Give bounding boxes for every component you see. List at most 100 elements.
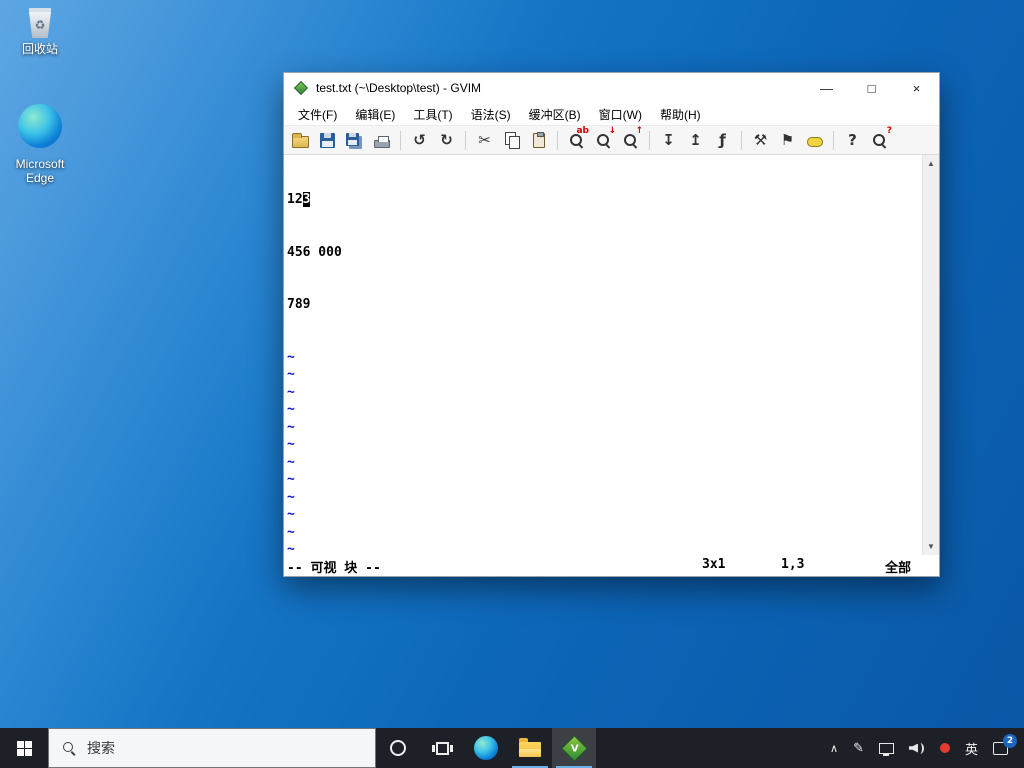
run-script-icon: ƒ — [719, 133, 726, 148]
empty-line-tilde: ~ — [287, 419, 921, 437]
recycle-bin-label: 回收站 — [8, 42, 72, 56]
desktop-icon-edge[interactable]: Microsoft Edge — [8, 104, 72, 185]
start-button[interactable] — [0, 728, 48, 768]
menu-buffers[interactable]: 缓冲区(B) — [520, 103, 590, 125]
menu-window[interactable]: 窗口(W) — [590, 103, 651, 125]
copy-button[interactable] — [499, 128, 524, 153]
paste-icon — [533, 133, 545, 148]
scroll-up-icon[interactable]: ▲ — [923, 155, 939, 172]
menu-syntax[interactable]: 语法(S) — [462, 103, 520, 125]
make-button[interactable]: ⚒ — [748, 128, 773, 153]
find-prev-icon: ↑ — [622, 132, 639, 149]
cut-button[interactable]: ✂ — [472, 128, 497, 153]
toolbar-separator — [465, 131, 466, 150]
tag-jump-button[interactable] — [802, 128, 827, 153]
help-button[interactable]: ? — [840, 128, 865, 153]
gvim-window: test.txt (~\Desktop\test) - GVIM — □ × 文… — [283, 72, 940, 577]
cortana-icon — [390, 740, 406, 756]
gvim-icon: V — [561, 735, 588, 762]
taskbar-gvim-button[interactable]: V — [552, 728, 596, 768]
redo-icon: ↻ — [440, 133, 453, 148]
toolbar-separator — [557, 131, 558, 150]
undo-icon: ↺ — [413, 133, 426, 148]
menu-edit[interactable]: 编辑(E) — [346, 103, 404, 125]
find-prev-button[interactable]: ↑ — [618, 128, 643, 153]
desktop-icon-recycle-bin[interactable]: ♻ 回收站 — [8, 8, 72, 56]
open-file-icon — [292, 136, 309, 148]
language-indicator[interactable]: 英 — [965, 739, 978, 758]
menu-tools[interactable]: 工具(T) — [404, 103, 461, 125]
edge-label: Microsoft Edge — [8, 157, 72, 185]
windows-logo-icon — [17, 741, 32, 756]
desktop: ♻ 回收站 Microsoft Edge test.txt (~\Desktop… — [0, 0, 1024, 768]
empty-line-tilde: ~ — [287, 489, 921, 507]
find-help-button[interactable]: ? — [867, 128, 892, 153]
vertical-scrollbar[interactable]: ▲ ▼ — [922, 155, 939, 555]
toolbar-separator — [400, 131, 401, 150]
empty-line-tilde: ~ — [287, 524, 921, 542]
find-next-button[interactable]: ↓ — [591, 128, 616, 153]
buffer-line: 456 000 — [287, 244, 921, 262]
scroll-down-icon[interactable]: ▼ — [923, 538, 939, 555]
search-placeholder: 搜索 — [87, 738, 115, 758]
pen-tray-icon[interactable]: ✎ — [853, 740, 864, 756]
cortana-button[interactable] — [376, 728, 420, 768]
system-tray: ∧ ✎ 英 2 — [830, 728, 1024, 768]
load-session-icon: ↧ — [662, 133, 675, 148]
help-icon: ? — [848, 133, 857, 148]
print-button[interactable] — [369, 128, 394, 153]
load-session-button[interactable]: ↧ — [656, 128, 681, 153]
menu-help[interactable]: 帮助(H) — [651, 103, 710, 125]
tray-expand-icon[interactable]: ∧ — [830, 742, 838, 755]
redo-button[interactable]: ↻ — [434, 128, 459, 153]
action-center-button[interactable]: 2 — [993, 742, 1008, 755]
build-tags-button[interactable]: ⚑ — [775, 128, 800, 153]
empty-line-tilde: ~ — [287, 454, 921, 472]
selection-size: 3x1 — [702, 557, 725, 572]
save-all-icon — [346, 133, 359, 146]
statusline: -- 可视 块 -- 3x1 1,3 全部 — [284, 555, 939, 576]
close-button[interactable]: × — [894, 73, 939, 103]
make-icon: ⚒ — [754, 133, 767, 148]
undo-button[interactable]: ↺ — [407, 128, 432, 153]
cursor-position: 1,3 — [781, 557, 804, 572]
taskbar-edge-button[interactable] — [464, 728, 508, 768]
maximize-button[interactable]: □ — [849, 73, 894, 103]
display-tray-icon[interactable] — [879, 743, 894, 754]
titlebar[interactable]: test.txt (~\Desktop\test) - GVIM — □ × — [284, 73, 939, 103]
task-view-button[interactable] — [420, 728, 464, 768]
find-help-icon: ? — [871, 132, 888, 149]
find-replace-button[interactable]: ab — [564, 128, 589, 153]
paste-button[interactable] — [526, 128, 551, 153]
save-session-button[interactable]: ↥ — [683, 128, 708, 153]
taskbar-search-box[interactable]: 搜索 — [48, 728, 376, 768]
empty-line-tilde: ~ — [287, 366, 921, 384]
text-area[interactable]: 123 456 000 789 ~~~~~~~~~~~~~~~~~~~~ ▲ ▼ — [284, 155, 939, 555]
toolbar-separator — [741, 131, 742, 150]
save-file-button[interactable] — [315, 128, 340, 153]
buffer-line: 123 — [287, 191, 921, 209]
empty-line-tilde: ~ — [287, 506, 921, 524]
find-next-icon: ↓ — [595, 132, 612, 149]
copy-icon — [504, 132, 520, 148]
file-explorer-icon — [519, 742, 541, 757]
save-all-button[interactable] — [342, 128, 367, 153]
open-file-button[interactable] — [288, 128, 313, 153]
mode-indicator: -- 可视 块 -- — [287, 557, 381, 576]
taskbar-explorer-button[interactable] — [508, 728, 552, 768]
find-replace-icon: ab — [568, 132, 585, 149]
empty-line-tilde: ~ — [287, 401, 921, 419]
minimize-button[interactable]: — — [804, 73, 849, 103]
run-script-button[interactable]: ƒ — [710, 128, 735, 153]
find-prev-overlay: ↑ — [635, 127, 643, 136]
empty-line-tilde: ~ — [287, 349, 921, 367]
menu-file[interactable]: 文件(F) — [289, 103, 346, 125]
empty-line-tilde: ~ — [287, 436, 921, 454]
volume-icon[interactable] — [909, 742, 925, 755]
alert-tray-icon[interactable] — [940, 743, 950, 753]
task-view-icon — [436, 742, 449, 755]
buffer[interactable]: 123 456 000 789 ~~~~~~~~~~~~~~~~~~~~ — [287, 156, 921, 555]
save-file-icon — [320, 133, 335, 148]
toolbar-separator — [833, 131, 834, 150]
save-session-icon: ↥ — [689, 133, 702, 148]
